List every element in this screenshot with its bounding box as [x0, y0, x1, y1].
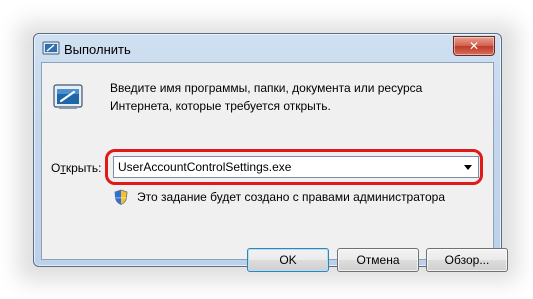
dialog-body: Введите имя программы, папки, документа …: [41, 62, 508, 272]
run-dialog-window: Выполнить ✕ Введите имя программы, папки…: [33, 33, 508, 272]
run-icon: [42, 41, 60, 55]
close-button[interactable]: ✕: [453, 36, 495, 56]
ok-button[interactable]: OK: [247, 248, 329, 272]
open-label-rest: крыть:: [65, 161, 102, 175]
window-title: Выполнить: [64, 42, 131, 57]
dialog-description: Введите имя программы, папки, документа …: [110, 81, 423, 113]
close-icon: ✕: [468, 39, 480, 53]
run-program-icon: [53, 84, 83, 109]
browse-button[interactable]: Обзор...: [426, 248, 508, 272]
cancel-button[interactable]: Отмена: [337, 248, 419, 272]
uac-shield-icon: [114, 189, 128, 205]
open-label: Открыть:: [51, 161, 101, 175]
admin-note: Это задание будет создано с правами адми…: [137, 190, 446, 204]
command-input[interactable]: UserAccountControlSettings.exe: [118, 160, 291, 174]
open-label-prefix: О: [51, 161, 61, 175]
chevron-down-icon[interactable]: [462, 161, 474, 173]
command-combobox[interactable]: UserAccountControlSettings.exe: [113, 156, 479, 178]
title-bar[interactable]: Выполнить ✕: [34, 34, 501, 62]
